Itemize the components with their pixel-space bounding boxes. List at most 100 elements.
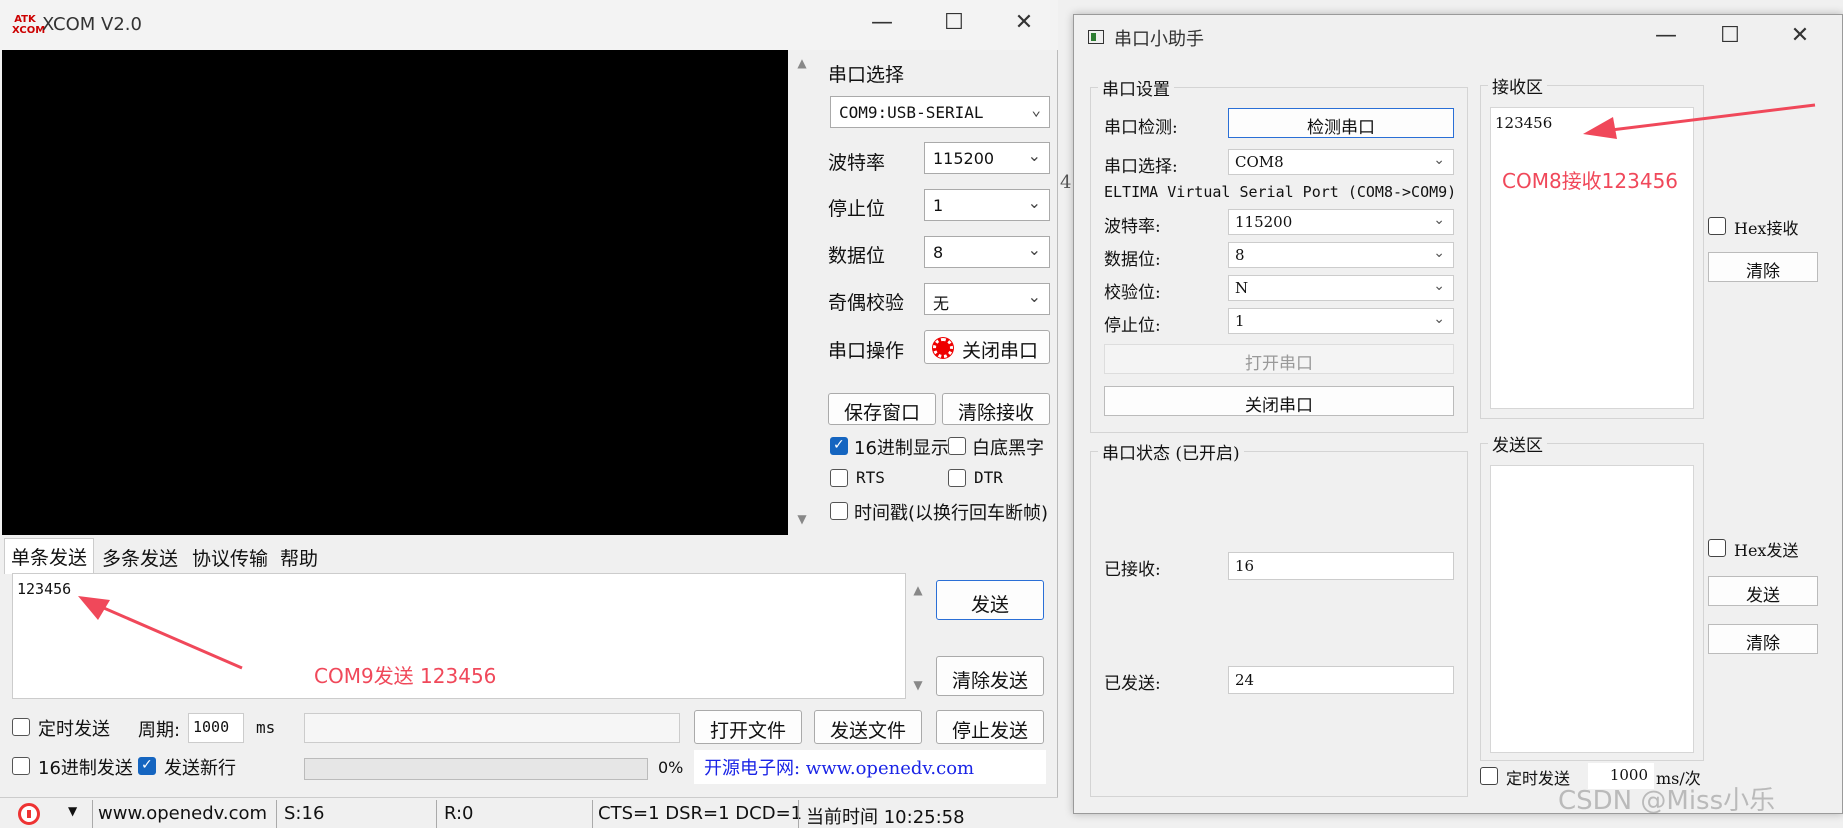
maximize-button[interactable]: ☐	[934, 10, 974, 35]
timestamp-checkbox[interactable]	[830, 502, 848, 520]
power-icon[interactable]	[18, 803, 40, 825]
data-label: 数据位	[828, 245, 886, 267]
helper-window: 串口小助手 — ☐ ✕ 串口设置 串口检测: 检测串口 串口选择: COM8 ⌄…	[1073, 14, 1843, 814]
chevron-down-icon: ⌄	[1433, 278, 1445, 294]
tab-protocol[interactable]: 协议传输	[186, 540, 274, 575]
data-select[interactable]: 8 ⌄	[1228, 242, 1454, 268]
status-url[interactable]: www.openedv.com	[98, 803, 267, 824]
watermark: CSDN @Miss小乐	[1558, 786, 1776, 816]
scroll-up-icon[interactable]: ▲	[790, 56, 814, 70]
stop-label: 停止位	[828, 198, 886, 220]
chevron-down-icon: ⌄	[1433, 152, 1445, 168]
clear-send-button[interactable]: 清除	[1708, 624, 1818, 654]
baud-select[interactable]: 115200 ⌄	[1228, 209, 1454, 235]
received-count-field: 16	[1228, 552, 1454, 580]
baud-value: 115200	[933, 149, 995, 168]
site-banner-link[interactable]: 开源电子网: www.openedv.com	[694, 750, 1046, 784]
status-lines: CTS=1 DSR=1 DCD=1	[598, 803, 803, 824]
hex-display-checkbox[interactable]	[830, 437, 848, 455]
port-select[interactable]: COM8 ⌄	[1228, 149, 1454, 175]
clear-send-button[interactable]: 清除发送	[936, 656, 1044, 696]
rts-checkbox[interactable]	[830, 469, 848, 487]
parity-label: 校验位:	[1104, 283, 1161, 303]
receive-area[interactable]	[2, 50, 788, 535]
stop-value: 1	[1235, 312, 1245, 330]
caret-down-icon[interactable]: ▼	[68, 804, 77, 818]
scroll-down-icon[interactable]: ▼	[790, 512, 814, 526]
tab-multi-send[interactable]: 多条发送	[96, 540, 184, 575]
parity-select[interactable]: 无 ⌄	[924, 283, 1050, 315]
send-button[interactable]: 发送	[936, 580, 1044, 620]
send-progress-bar	[304, 758, 648, 780]
stop-select[interactable]: 1 ⌄	[1228, 308, 1454, 334]
baud-select[interactable]: 115200 ⌄	[924, 142, 1050, 174]
settings-group-title: 串口设置	[1098, 75, 1174, 100]
annotation-arrow-icon	[1583, 103, 1816, 139]
receive-textarea[interactable]: 123456	[1490, 107, 1694, 409]
stop-send-button[interactable]: 停止发送	[936, 710, 1044, 744]
minimize-button[interactable]: —	[862, 10, 902, 35]
baud-label: 波特率	[828, 152, 886, 174]
clear-receive-button[interactable]: 清除	[1708, 252, 1818, 282]
scroll-down-icon[interactable]: ▼	[906, 678, 930, 692]
send-file-path[interactable]	[304, 713, 680, 743]
maximize-button[interactable]: ☐	[1710, 23, 1750, 48]
chevron-down-icon: ⌄	[1027, 240, 1041, 259]
data-select[interactable]: 8 ⌄	[924, 236, 1050, 268]
chevron-down-icon: ⌄	[1027, 287, 1041, 306]
sent-count-field: 24	[1228, 666, 1454, 694]
annotation-arrow-icon	[78, 596, 243, 670]
send-annotation: COM9发送 123456	[314, 664, 497, 688]
chevron-down-icon: ⌄	[1433, 311, 1445, 327]
scroll-up-icon[interactable]: ▲	[906, 583, 930, 597]
minimize-button[interactable]: —	[1646, 23, 1686, 48]
clear-receive-button[interactable]: 清除接收	[942, 393, 1050, 425]
timestamp-label: 时间戳(以换行回车断帧)	[854, 503, 1049, 524]
receive-scrollbar[interactable]: ▲ ▼	[790, 50, 814, 535]
timed-send-checkbox[interactable]	[12, 718, 30, 736]
open-port-button[interactable]: 打开串口	[1104, 344, 1454, 374]
open-file-button[interactable]: 打开文件	[694, 710, 802, 744]
port-select-value: COM8	[1235, 153, 1284, 171]
tab-help[interactable]: 帮助	[274, 540, 324, 575]
detect-port-button[interactable]: 检测串口	[1228, 108, 1454, 138]
stop-select[interactable]: 1 ⌄	[924, 189, 1050, 221]
parity-label: 奇偶校验	[828, 292, 905, 314]
parity-select[interactable]: N ⌄	[1228, 275, 1454, 301]
close-port-label: 关闭串口	[961, 340, 1038, 362]
xcom-window: ATK XCOM XCOM V2.0 — ☐ ✕ ▲ ▼ 串口选择 COM9:US…	[0, 0, 1058, 828]
hex-send-label: Hex发送	[1734, 541, 1799, 560]
xcom-title: XCOM V2.0	[42, 14, 142, 35]
dtr-checkbox[interactable]	[948, 469, 966, 487]
receive-annotation: COM8接收123456	[1502, 169, 1679, 193]
timed-send-label: 定时发送	[38, 719, 110, 740]
chevron-down-icon: ⌄	[1027, 146, 1041, 165]
window-icon	[1088, 30, 1104, 44]
send-newline-checkbox[interactable]	[138, 757, 156, 775]
timed-send-checkbox[interactable]	[1480, 767, 1498, 785]
send-file-button[interactable]: 发送文件	[814, 710, 922, 744]
close-port-button[interactable]: 关闭串口	[924, 330, 1050, 364]
close-button[interactable]: ✕	[1004, 10, 1044, 35]
receive-group-title: 接收区	[1488, 73, 1547, 98]
progress-label: 0%	[658, 758, 684, 777]
tab-single-send[interactable]: 单条发送	[4, 538, 95, 574]
hex-send-checkbox[interactable]	[12, 757, 30, 775]
save-window-button[interactable]: 保存窗口	[828, 393, 936, 425]
period-input[interactable]: 1000	[188, 713, 244, 743]
hex-send-checkbox[interactable]	[1708, 539, 1726, 557]
xcom-logo: ATK XCOM	[12, 14, 46, 36]
hex-receive-checkbox[interactable]	[1708, 217, 1726, 235]
white-black-checkbox[interactable]	[948, 437, 966, 455]
receive-text: 123456	[1495, 114, 1553, 132]
send-button[interactable]: 发送	[1708, 576, 1818, 606]
status-bar: ▼ www.openedv.com S:16 R:0 CTS=1 DSR=1 D…	[0, 797, 1058, 828]
close-button[interactable]: ✕	[1780, 23, 1820, 48]
port-select[interactable]: COM9:USB-SERIAL ⌄	[830, 96, 1050, 128]
close-port-button[interactable]: 关闭串口	[1104, 386, 1454, 416]
status-sent: S:16	[284, 803, 325, 824]
stray-char: 4	[1060, 172, 1072, 193]
send-textarea[interactable]	[1490, 465, 1694, 753]
chevron-down-icon: ⌄	[1433, 245, 1445, 261]
data-value: 8	[1235, 246, 1245, 264]
